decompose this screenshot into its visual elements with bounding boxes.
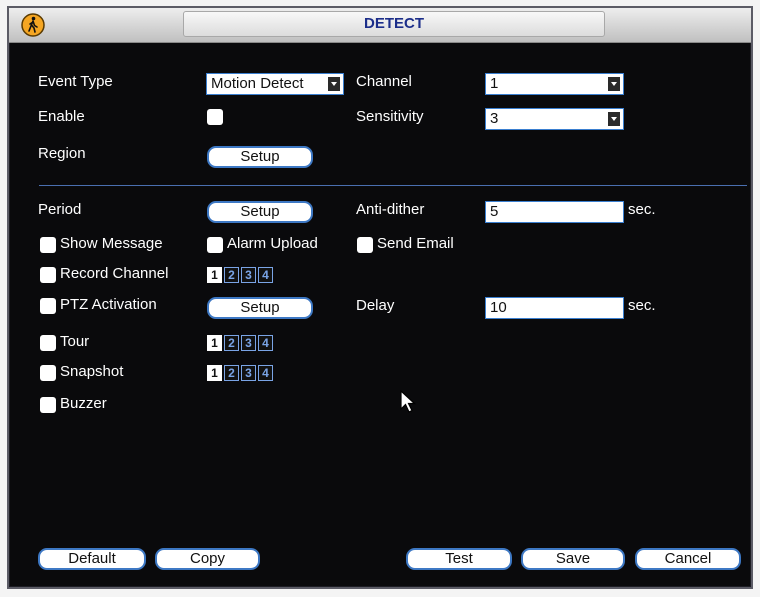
event-type-value: Motion Detect: [211, 75, 304, 92]
delay-label: Delay: [356, 297, 395, 314]
ptz-activation-label: PTZ Activation: [60, 296, 157, 313]
cancel-button[interactable]: Cancel: [635, 548, 741, 570]
pedestrian-sign-icon: [21, 13, 45, 37]
alarm-upload-checkbox[interactable]: [207, 237, 223, 253]
default-button[interactable]: Default: [38, 548, 146, 570]
record-channel-1[interactable]: 1: [207, 267, 222, 283]
show-message-label: Show Message: [60, 235, 163, 252]
snapshot-label: Snapshot: [60, 363, 124, 380]
copy-button[interactable]: Copy: [155, 548, 260, 570]
tour-channel-3[interactable]: 3: [241, 335, 256, 351]
test-button[interactable]: Test: [406, 548, 512, 570]
channel-select[interactable]: 1: [485, 73, 624, 95]
snapshot-checkbox[interactable]: [40, 365, 56, 381]
anti-dither-unit: sec.: [628, 201, 656, 218]
chevron-down-icon[interactable]: [607, 76, 621, 92]
save-button[interactable]: Save: [521, 548, 625, 570]
record-channel-4[interactable]: 4: [258, 267, 273, 283]
alarm-upload-label: Alarm Upload: [227, 235, 318, 252]
tour-channel-4[interactable]: 4: [258, 335, 273, 351]
sensitivity-label: Sensitivity: [356, 108, 424, 125]
dialog-title: DETECT: [183, 11, 605, 37]
tour-checkbox[interactable]: [40, 335, 56, 351]
anti-dither-input[interactable]: 5: [485, 201, 624, 223]
region-setup-button[interactable]: Setup: [207, 146, 313, 168]
snapshot-channel-1[interactable]: 1: [207, 365, 222, 381]
record-channel-2[interactable]: 2: [224, 267, 239, 283]
chevron-down-icon[interactable]: [607, 111, 621, 127]
sensitivity-select[interactable]: 3: [485, 108, 624, 130]
ptz-activation-checkbox[interactable]: [40, 298, 56, 314]
buzzer-label: Buzzer: [60, 395, 107, 412]
tour-channel-2[interactable]: 2: [224, 335, 239, 351]
channel-value: 1: [490, 75, 499, 92]
period-setup-button[interactable]: Setup: [207, 201, 313, 223]
enable-checkbox[interactable]: [207, 109, 223, 125]
detect-dialog: DETECT Event Type Motion Detect Channel …: [7, 6, 753, 589]
send-email-checkbox[interactable]: [357, 237, 373, 253]
buzzer-checkbox[interactable]: [40, 397, 56, 413]
section-divider: [39, 185, 747, 186]
record-channel-label: Record Channel: [60, 265, 169, 282]
event-type-select[interactable]: Motion Detect: [206, 73, 344, 95]
anti-dither-label: Anti-dither: [356, 201, 425, 218]
chevron-down-icon[interactable]: [327, 76, 341, 92]
show-message-checkbox[interactable]: [40, 237, 56, 253]
delay-input[interactable]: 10: [485, 297, 624, 319]
tour-channel-1[interactable]: 1: [207, 335, 222, 351]
snapshot-channel-3[interactable]: 3: [241, 365, 256, 381]
snapshot-channel-2[interactable]: 2: [224, 365, 239, 381]
mouse-pointer-icon: [400, 390, 416, 413]
tour-label: Tour: [60, 333, 90, 350]
snapshot-channel-4[interactable]: 4: [258, 365, 273, 381]
ptz-setup-button[interactable]: Setup: [207, 297, 313, 319]
enable-label: Enable: [38, 108, 85, 125]
send-email-label: Send Email: [377, 235, 454, 252]
record-channel-3[interactable]: 3: [241, 267, 256, 283]
title-bar: DETECT: [9, 8, 751, 43]
channel-label: Channel: [356, 73, 412, 90]
event-type-label: Event Type: [38, 73, 113, 90]
period-label: Period: [38, 201, 82, 218]
region-label: Region: [38, 145, 86, 162]
delay-unit: sec.: [628, 297, 656, 314]
record-channel-checkbox[interactable]: [40, 267, 56, 283]
sensitivity-value: 3: [490, 110, 499, 127]
